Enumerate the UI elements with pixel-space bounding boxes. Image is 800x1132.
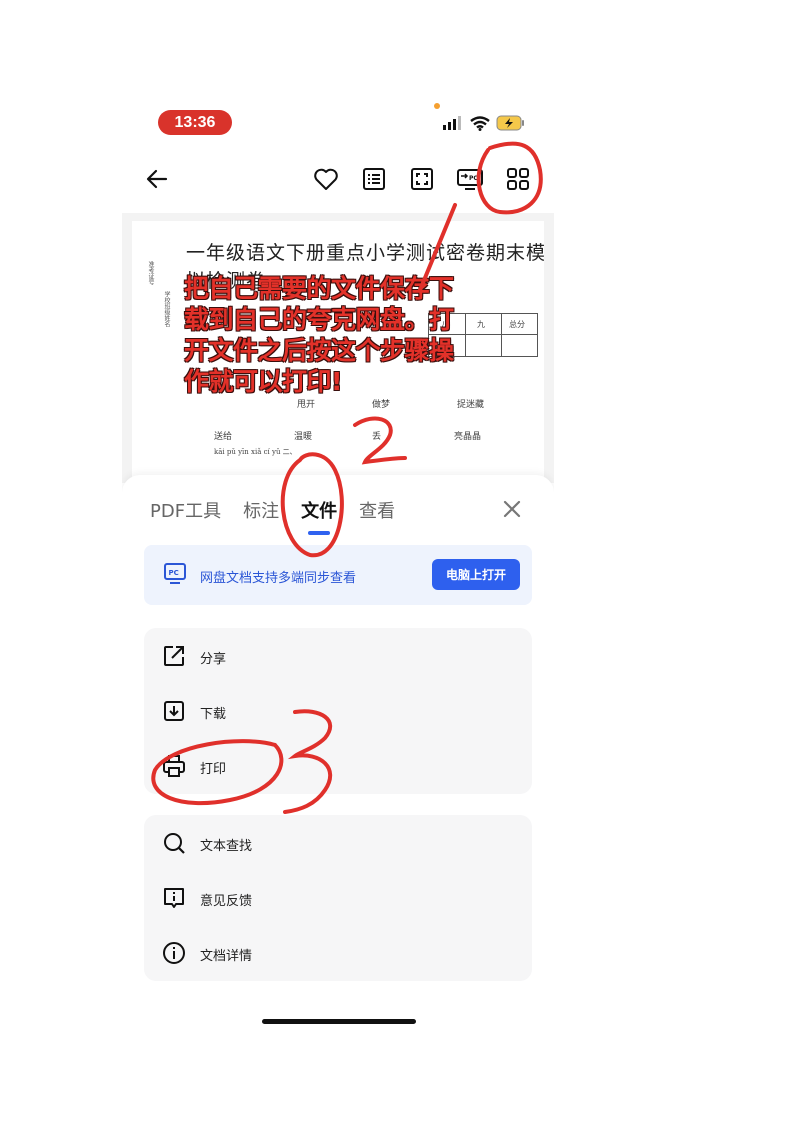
close-icon[interactable] <box>500 497 524 521</box>
doc-pinyin: kāi pǔ yīn xiǎ cí yǔ 二、 <box>214 448 297 456</box>
document-toolbar: PC <box>122 160 554 200</box>
signal-icon <box>443 116 461 130</box>
tab-pdf-tools[interactable]: PDF工具 <box>150 497 221 527</box>
home-indicator <box>262 1019 416 1024</box>
battery-icon <box>496 115 524 131</box>
open-on-pc-button[interactable]: 电脑上打开 <box>432 559 520 590</box>
doc-margin-text: 学校班级姓名 <box>163 291 170 327</box>
tab-label: PDF工具 <box>150 501 222 522</box>
tab-annotate[interactable]: 标注 <box>243 497 279 527</box>
info-icon <box>163 942 185 964</box>
wifi-icon <box>470 115 490 131</box>
doc-word: 送给 <box>214 432 233 442</box>
doc-word: 温暖 <box>294 432 313 442</box>
tab-label: 标注 <box>243 501 280 522</box>
doc-word: 捉迷藏 <box>457 400 485 410</box>
sheet-tabs: PDF工具 标注 文件 查看 <box>150 497 417 535</box>
doc-word: 做梦 <box>372 400 391 410</box>
download-icon <box>164 701 184 721</box>
item-label: 文本查找 <box>200 839 253 854</box>
status-time: 13:36 <box>158 110 232 135</box>
file-actions-group: 分享 下载 打印 <box>144 628 532 794</box>
item-label: 分享 <box>200 652 227 667</box>
active-tab-indicator <box>308 531 331 535</box>
tab-label: 查看 <box>359 501 396 522</box>
document-info-item[interactable]: 文档详情 <box>144 925 532 981</box>
feedback-item[interactable]: 意见反馈 <box>144 870 532 926</box>
feedback-icon <box>164 888 184 908</box>
grid-icon[interactable] <box>503 164 533 194</box>
status-icons <box>442 115 526 131</box>
tab-label: 文件 <box>301 501 338 522</box>
back-arrow-icon[interactable] <box>142 164 172 194</box>
pc-icon: PC <box>164 563 186 584</box>
table-header: 总分 <box>509 320 525 329</box>
printer-icon <box>163 755 185 777</box>
share-icon <box>164 646 184 666</box>
doc-margin-text: 准考证号 <box>147 261 154 285</box>
tab-view[interactable]: 查看 <box>359 497 395 527</box>
search-icon <box>164 833 185 854</box>
text-search-item[interactable]: 文本查找 <box>144 815 532 871</box>
print-item[interactable]: 打印 <box>144 738 532 794</box>
annotation-text: 把自己需要的文件保存下载到自己的夸克网盘。打开文件之后按这个步骤操作就可以打印! <box>184 274 454 396</box>
banner-text: 网盘文档支持多端同步查看 <box>200 571 357 586</box>
table-header: 九 <box>477 320 485 329</box>
pc-screen-icon[interactable]: PC <box>455 164 485 194</box>
doc-word: 亮晶晶 <box>454 432 482 442</box>
share-item[interactable]: 分享 <box>144 628 532 684</box>
phone-screen: 13:36 PC 一年级语文下册重点小学测试密卷期末模拟检测卷 准考证号 学校班… <box>122 95 554 1035</box>
item-label: 意见反馈 <box>200 894 253 909</box>
cloud-sync-banner: PC 网盘文档支持多端同步查看 电脑上打开 <box>144 545 532 605</box>
doc-word: 丢 <box>372 432 382 442</box>
privacy-indicator-dot <box>434 103 440 109</box>
file-bottom-sheet: PDF工具 标注 文件 查看 PC 网盘文档支持多端同步查看 电脑上打开 分享 <box>122 475 554 1035</box>
heart-icon[interactable] <box>311 164 341 194</box>
item-label: 文档详情 <box>200 949 253 964</box>
svg-text:PC: PC <box>469 175 478 182</box>
svg-text:PC: PC <box>169 569 179 577</box>
tab-file[interactable]: 文件 <box>301 497 338 535</box>
doc-actions-group: 文本查找 意见反馈 文档详情 <box>144 815 532 981</box>
item-label: 下载 <box>200 707 227 722</box>
list-icon[interactable] <box>359 164 389 194</box>
download-item[interactable]: 下载 <box>144 683 532 739</box>
doc-word: 甩开 <box>297 400 316 410</box>
fullscreen-icon[interactable] <box>407 164 437 194</box>
item-label: 打印 <box>200 762 227 777</box>
